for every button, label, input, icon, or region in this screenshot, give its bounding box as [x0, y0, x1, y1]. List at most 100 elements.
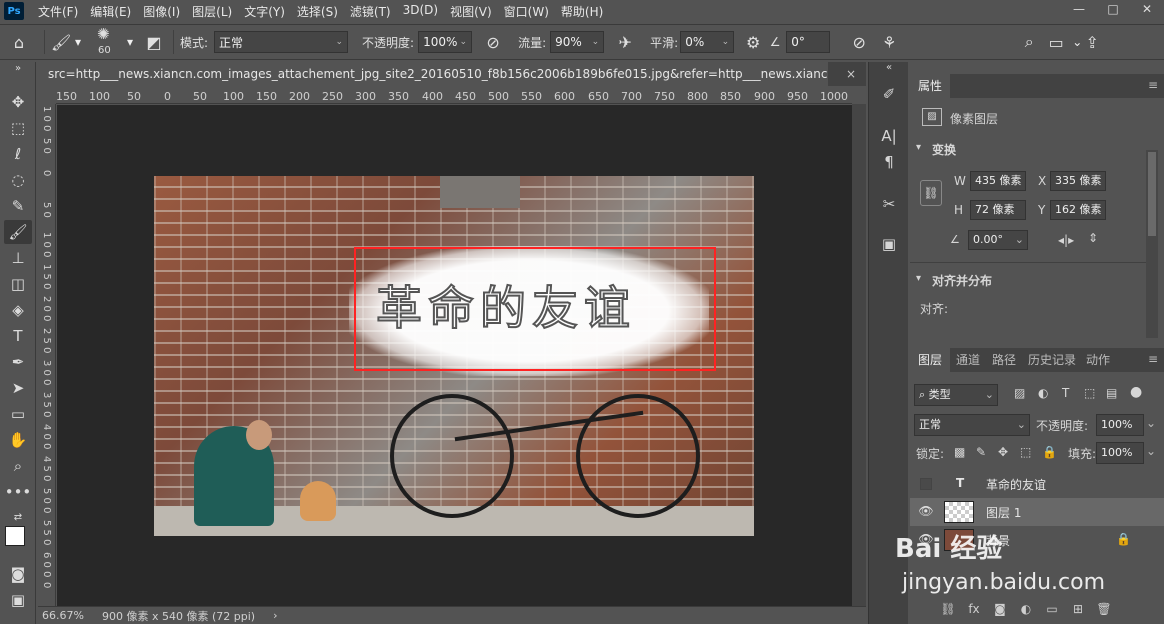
menu-help[interactable]: 帮助(H): [555, 3, 609, 20]
smooth-input[interactable]: 0% ⌄: [680, 31, 735, 53]
filter-smart-object-icon[interactable]: ▤: [1106, 386, 1117, 400]
menu-image[interactable]: 图像(I): [137, 3, 186, 20]
tab-actions[interactable]: 动作: [1078, 348, 1118, 372]
menu-select[interactable]: 选择(S): [291, 3, 344, 20]
paint-bucket-tool-icon[interactable]: ◈: [4, 298, 32, 322]
pressure-size-icon[interactable]: ⊘: [844, 33, 874, 52]
lock-image-icon[interactable]: ✎: [976, 445, 986, 459]
quick-selection-tool-icon[interactable]: ◌: [4, 168, 32, 192]
filter-shape-icon[interactable]: ⬚: [1084, 386, 1095, 400]
workspace-dropdown-icon[interactable]: ⌄: [1068, 31, 1082, 53]
lock-position-icon[interactable]: ✥: [998, 445, 1008, 459]
airbrush-icon[interactable]: ✈: [610, 33, 640, 52]
minimize-icon[interactable]: —: [1062, 0, 1096, 20]
paragraph-panel-icon[interactable]: ¶: [877, 150, 901, 174]
search-icon[interactable]: ⌕: [1014, 32, 1044, 52]
tab-channels[interactable]: 通道: [948, 348, 988, 372]
layer-row-layer1[interactable]: 👁 图层 1: [910, 498, 1164, 526]
path-selection-tool-icon[interactable]: ➤: [4, 376, 32, 400]
home-icon[interactable]: ⌂: [0, 33, 38, 52]
pressure-opacity-icon[interactable]: ⊘: [478, 33, 508, 52]
layer-style-fx-icon[interactable]: fx: [966, 602, 982, 616]
share-icon[interactable]: ⇪: [1078, 33, 1106, 52]
filter-adjustment-icon[interactable]: ◐: [1038, 386, 1048, 400]
hand-tool-icon[interactable]: ✋: [4, 428, 32, 452]
zoom-tool-icon[interactable]: ⌕: [4, 454, 32, 478]
eyedropper-tool-icon[interactable]: ✎: [4, 194, 32, 218]
quick-mask-icon[interactable]: ◙: [4, 562, 32, 586]
flip-horizontal-icon[interactable]: ◂|▸: [1058, 233, 1074, 247]
flip-vertical-icon[interactable]: ⇕: [1088, 231, 1098, 245]
collapse-toolbar-icon[interactable]: »: [4, 64, 32, 74]
lasso-tool-icon[interactable]: ℓ: [4, 142, 32, 166]
panel-menu-icon[interactable]: ≡: [1148, 78, 1158, 92]
collapse-section-icon[interactable]: ▾: [916, 142, 921, 153]
link-dimensions-icon[interactable]: ⛓: [920, 180, 942, 206]
stamp-tool-icon[interactable]: ⊥: [4, 246, 32, 270]
mode-select[interactable]: 正常 ⌄: [214, 31, 349, 53]
fill-input[interactable]: 100%: [1096, 442, 1144, 464]
eraser-tool-icon[interactable]: ◫: [4, 272, 32, 296]
flow-input[interactable]: 90% ⌄: [550, 31, 605, 53]
more-tools-icon[interactable]: •••: [4, 480, 32, 504]
chevron-down-icon[interactable]: ⌄: [722, 37, 730, 47]
tab-properties[interactable]: 属性: [910, 74, 951, 98]
x-input[interactable]: 335 像素: [1050, 171, 1106, 191]
angle-input[interactable]: 0°: [786, 31, 831, 53]
chevron-down-icon[interactable]: ⌄: [1146, 416, 1156, 430]
new-group-icon[interactable]: ▭: [1044, 602, 1060, 616]
close-icon[interactable]: ✕: [1130, 0, 1164, 20]
filter-type-icon[interactable]: T: [1062, 386, 1069, 400]
brush-preset-dropdown-icon[interactable]: ▾: [71, 31, 83, 53]
delete-layer-icon[interactable]: 🗑: [1096, 602, 1112, 616]
menu-type[interactable]: 文字(Y): [238, 3, 291, 20]
shape-tool-icon[interactable]: ▭: [4, 402, 32, 426]
rotation-input[interactable]: 0.00° ⌄: [968, 230, 1028, 250]
filter-toggle-icon[interactable]: ●: [1130, 384, 1142, 400]
new-adjustment-icon[interactable]: ◐: [1018, 602, 1034, 616]
menu-view[interactable]: 视图(V): [444, 3, 498, 20]
foreground-color-swatch[interactable]: [5, 526, 25, 546]
symmetry-butterfly-icon[interactable]: ⚘: [874, 33, 904, 52]
menu-edit[interactable]: 编辑(E): [84, 3, 137, 20]
status-menu-arrow-icon[interactable]: ›: [273, 609, 277, 622]
smoothing-settings-gear-icon[interactable]: ⚙: [740, 33, 766, 52]
move-tool-icon[interactable]: ✥: [4, 90, 32, 114]
brush-size-picker[interactable]: ✺ 60: [89, 25, 123, 59]
add-mask-icon[interactable]: ◙: [992, 602, 1008, 616]
brush-panel-toggle-icon[interactable]: ◩: [141, 33, 167, 52]
screen-mode-icon[interactable]: ▣: [4, 588, 32, 612]
brush-size-dropdown-icon[interactable]: ▾: [123, 31, 135, 53]
marquee-tool-icon[interactable]: ⬚: [4, 116, 32, 140]
workspace-icon[interactable]: ▭: [1044, 33, 1068, 52]
properties-scrollbar[interactable]: [1146, 150, 1158, 338]
height-input[interactable]: 72 像素: [970, 200, 1026, 220]
tab-layers[interactable]: 图层: [910, 348, 951, 372]
layer-opacity-input[interactable]: 100%: [1096, 414, 1144, 436]
collapse-section-icon[interactable]: ▾: [916, 273, 921, 284]
brush-tool-icon[interactable]: 🖌: [4, 220, 32, 244]
layer-visibility-toggle[interactable]: [920, 478, 932, 490]
type-tool-icon[interactable]: T: [4, 324, 32, 348]
y-input[interactable]: 162 像素: [1050, 200, 1106, 220]
tab-history[interactable]: 历史记录: [1020, 348, 1084, 372]
vertical-scrollbar[interactable]: [852, 104, 866, 606]
zoom-level[interactable]: 66.67%: [42, 609, 88, 622]
lock-artboard-icon[interactable]: ⬚: [1020, 445, 1031, 459]
layer-row-text[interactable]: T 革命的友谊: [910, 470, 1164, 498]
maximize-icon[interactable]: □: [1096, 0, 1130, 20]
eye-icon[interactable]: 👁: [918, 504, 934, 520]
chevron-down-icon[interactable]: ⌄: [460, 37, 468, 47]
expand-panels-icon[interactable]: «: [877, 62, 901, 74]
panel-menu-icon[interactable]: ≡: [1148, 352, 1158, 366]
link-layers-icon[interactable]: ⛓: [940, 602, 956, 616]
character-panel-icon[interactable]: A|: [877, 124, 901, 148]
lock-all-icon[interactable]: 🔒: [1042, 445, 1057, 459]
libraries-panel-icon[interactable]: ▣: [877, 232, 901, 256]
chevron-down-icon[interactable]: ⌄: [1146, 444, 1156, 458]
tab-paths[interactable]: 路径: [984, 348, 1024, 372]
menu-filter[interactable]: 滤镜(T): [344, 3, 397, 20]
brush-preset-icon[interactable]: 🖌: [51, 33, 71, 52]
document-tab[interactable]: src=http___news.xiancn.com_images_attach…: [38, 62, 828, 86]
layer-filter-select[interactable]: ⌕ 类型 ⌄: [914, 384, 998, 406]
